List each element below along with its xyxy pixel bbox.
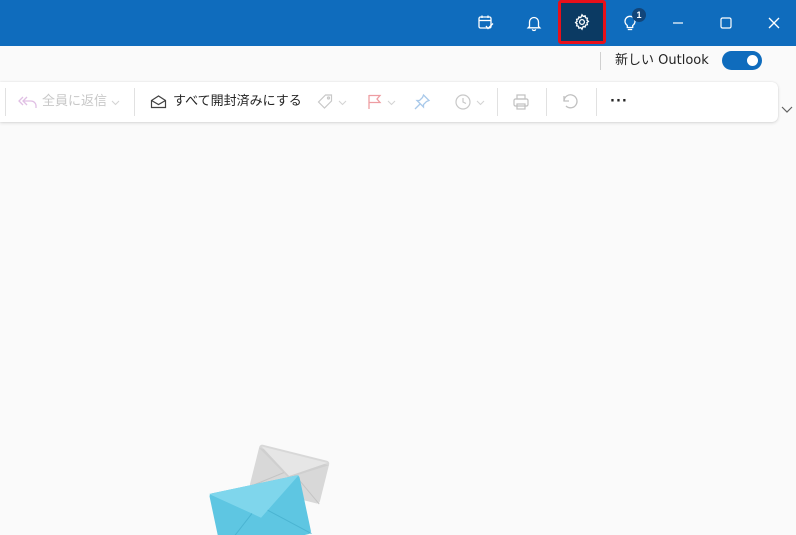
print-button[interactable] <box>512 82 530 122</box>
title-bar: 1 <box>0 0 796 46</box>
new-outlook-toggle[interactable] <box>722 51 762 70</box>
tips-count-badge: 1 <box>632 8 646 22</box>
flag-button[interactable] <box>366 82 396 122</box>
snooze-button[interactable] <box>454 82 485 122</box>
reply-all-button[interactable]: 全員に返信 <box>18 82 120 122</box>
reply-all-icon <box>18 96 37 108</box>
my-day-button[interactable] <box>470 0 502 46</box>
calendar-check-icon <box>478 15 494 30</box>
maximize-icon <box>720 17 732 29</box>
tag-icon <box>317 94 333 109</box>
ribbon-divider <box>596 88 597 116</box>
more-icon: ··· <box>610 94 628 109</box>
ribbon-divider <box>5 88 6 116</box>
envelope-open-icon <box>150 95 167 109</box>
new-outlook-label: 新しい Outlook <box>615 53 709 68</box>
ribbon-divider <box>546 88 547 116</box>
gear-icon <box>574 13 590 31</box>
maximize-button[interactable] <box>710 0 742 46</box>
reply-all-label: 全員に返信 <box>42 94 108 109</box>
flag-icon <box>368 94 382 109</box>
settings-button[interactable] <box>558 0 606 44</box>
minimize-button[interactable] <box>662 0 694 46</box>
ribbon-toolbar: 全員に返信 すべて開封済みにする ··· <box>0 82 778 122</box>
notifications-button[interactable] <box>518 0 550 46</box>
mark-all-read-label: すべて開封済みにする <box>173 94 302 109</box>
chevron-down-icon <box>476 100 485 105</box>
ribbon-divider <box>134 88 135 116</box>
pin-icon <box>414 93 431 110</box>
chevron-down-icon <box>387 100 396 105</box>
mail-illustration-icon <box>209 444 330 535</box>
close-button[interactable] <box>758 0 790 46</box>
undo-button[interactable] <box>561 82 579 122</box>
ribbon-divider <box>497 88 498 116</box>
more-options-button[interactable]: ··· <box>610 82 628 122</box>
close-icon <box>768 17 780 29</box>
toggle-knob <box>747 55 758 66</box>
undo-icon <box>563 94 578 109</box>
chevron-down-icon <box>111 100 120 105</box>
pin-button[interactable] <box>413 82 431 122</box>
categorize-button[interactable] <box>316 82 347 122</box>
ribbon-collapse-chevron-icon[interactable] <box>781 104 793 114</box>
chevron-down-icon <box>338 100 347 105</box>
printer-icon <box>513 94 529 110</box>
bell-icon <box>526 16 542 32</box>
clock-icon <box>455 94 471 110</box>
minimize-icon <box>673 22 683 24</box>
tips-button[interactable] <box>614 0 646 46</box>
mark-all-read-button[interactable]: すべて開封済みにする <box>150 82 302 122</box>
toggle-divider <box>600 52 601 70</box>
